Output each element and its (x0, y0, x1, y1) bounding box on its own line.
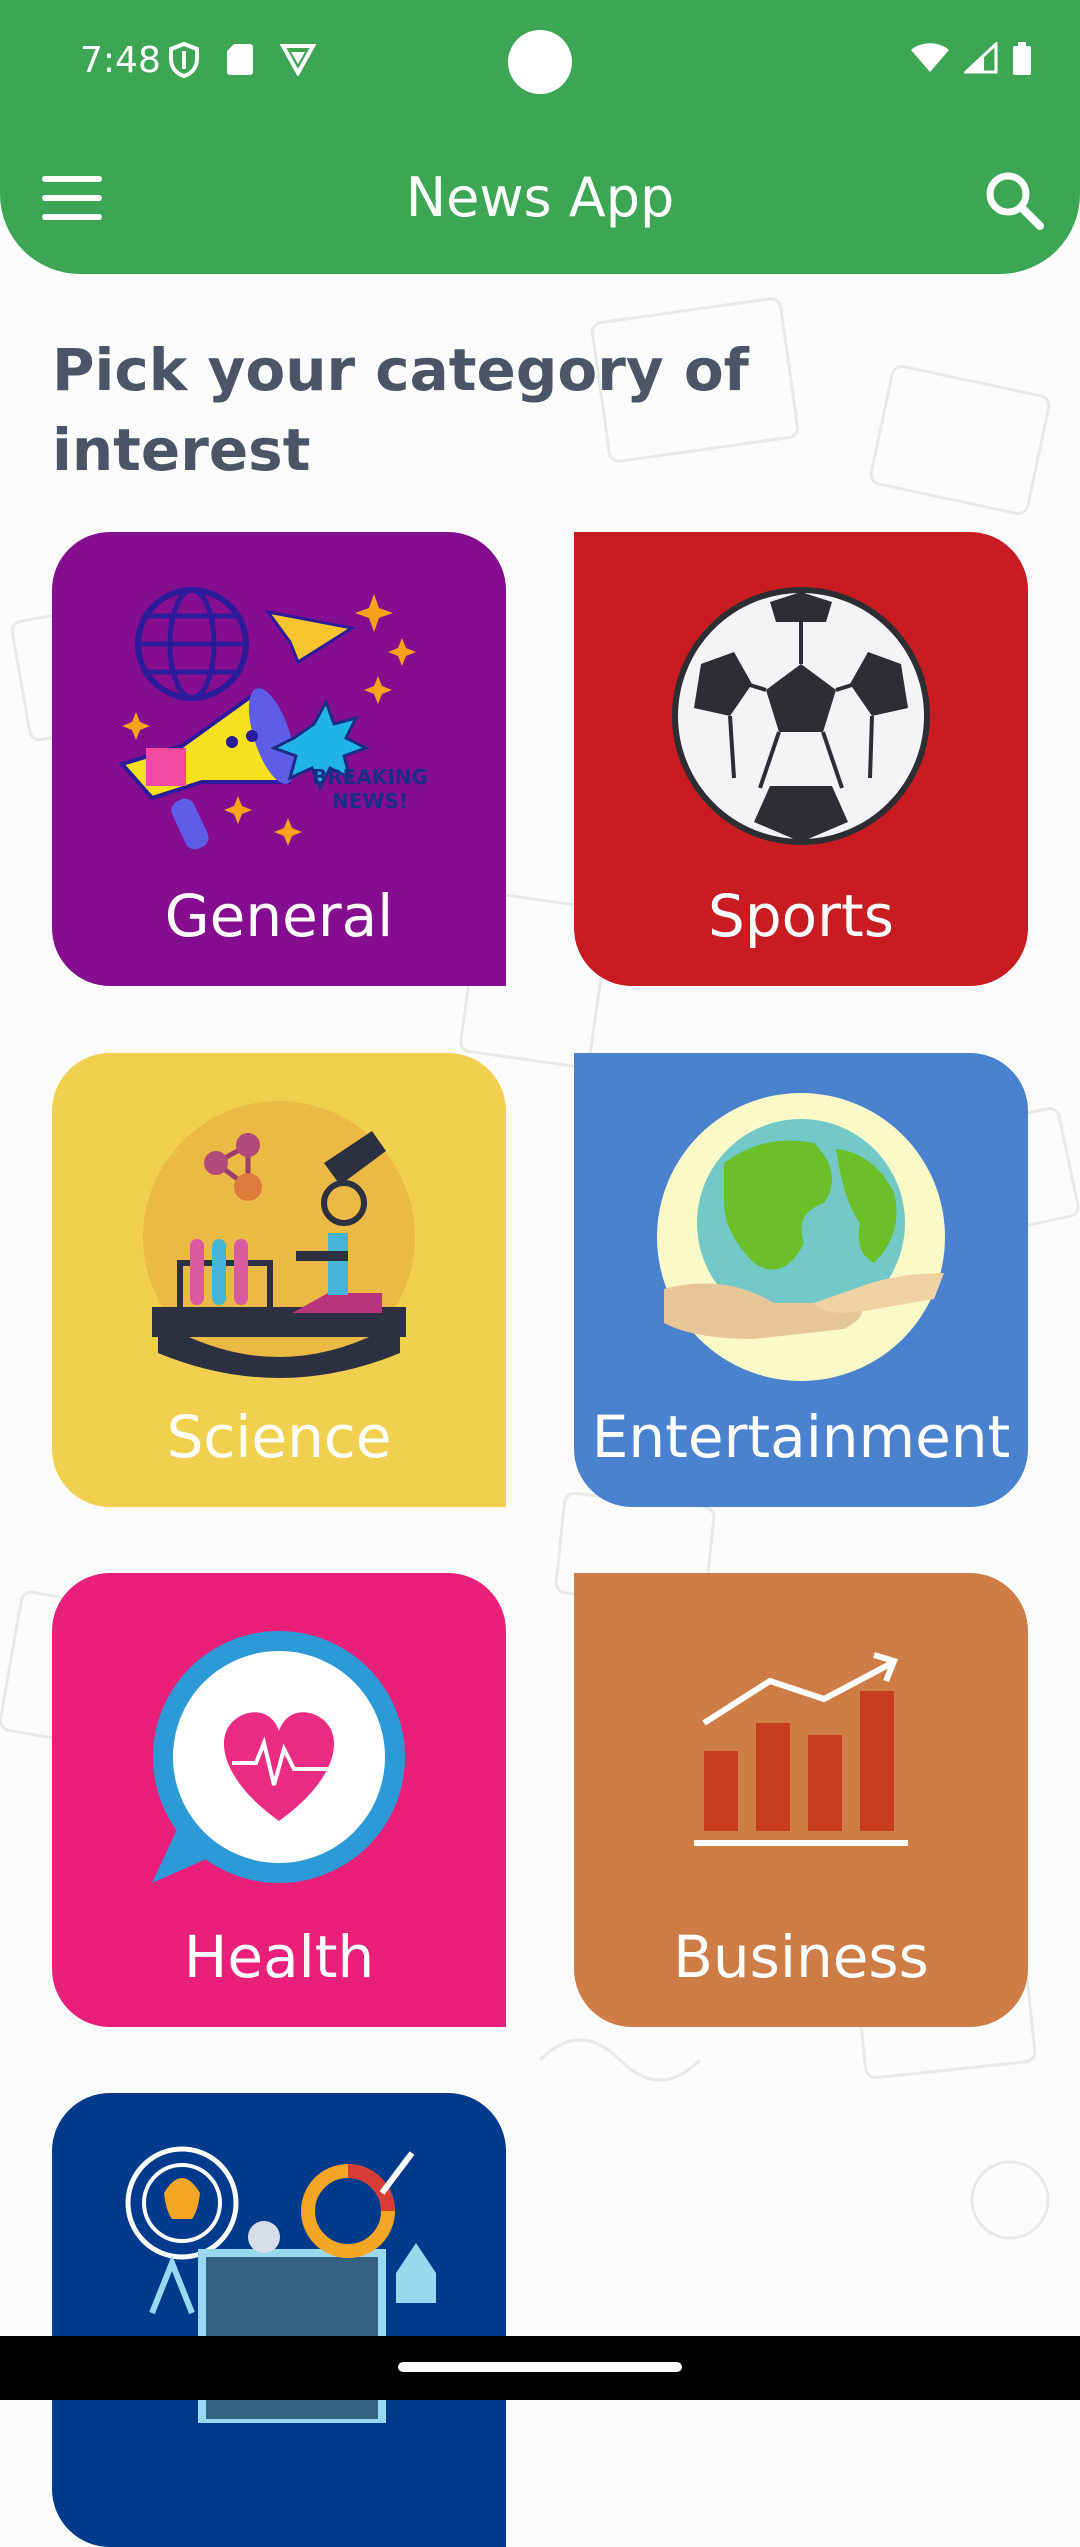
heart-chat-icon (152, 1631, 405, 1883)
system-navigation-bar (0, 2336, 1080, 2400)
home-gesture-handle[interactable] (398, 2362, 682, 2372)
microscope-icon (143, 1101, 415, 1378)
front-camera (508, 30, 572, 94)
category-label: Health (183, 1923, 375, 1991)
category-label: Entertainment (591, 1403, 1011, 1471)
category-card-entertainment[interactable]: Entertainment (574, 1053, 1028, 1507)
category-label: Business (673, 1923, 929, 1991)
status-time: 7:48 (80, 40, 161, 81)
app-bar: 7:48 News App (0, 0, 1080, 274)
svg-text:BREAKING: BREAKING (312, 765, 428, 789)
megaphone-icon: BREAKING NEWS! (118, 587, 428, 850)
search-button[interactable] (982, 168, 1046, 232)
wifi-icon (911, 43, 949, 72)
category-card-science[interactable]: Science (52, 1053, 506, 1507)
category-card-sports[interactable]: Sports (574, 532, 1028, 986)
app-title: News App (405, 166, 675, 229)
category-label: Science (166, 1403, 392, 1471)
category-card-technology[interactable] (52, 2093, 506, 2547)
svg-text:NEWS!: NEWS! (332, 789, 408, 813)
search-icon (986, 172, 1044, 230)
battery-icon (1013, 42, 1031, 75)
bar-chart-icon (694, 1652, 908, 1846)
page-heading: Pick your category of interest (52, 336, 749, 484)
category-card-business[interactable]: Business (574, 1573, 1028, 2027)
category-card-health[interactable]: Health (52, 1573, 506, 2027)
signal-icon (964, 42, 998, 74)
shield-icon (169, 42, 199, 78)
earth-hands-icon (657, 1093, 945, 1381)
category-label: General (164, 882, 394, 950)
soccer-ball-icon (672, 587, 930, 845)
sd-card-icon (227, 44, 253, 75)
category-label: Sports (708, 882, 894, 950)
category-card-general[interactable]: BREAKING NEWS! General (52, 532, 506, 986)
vpn-icon (280, 44, 316, 76)
